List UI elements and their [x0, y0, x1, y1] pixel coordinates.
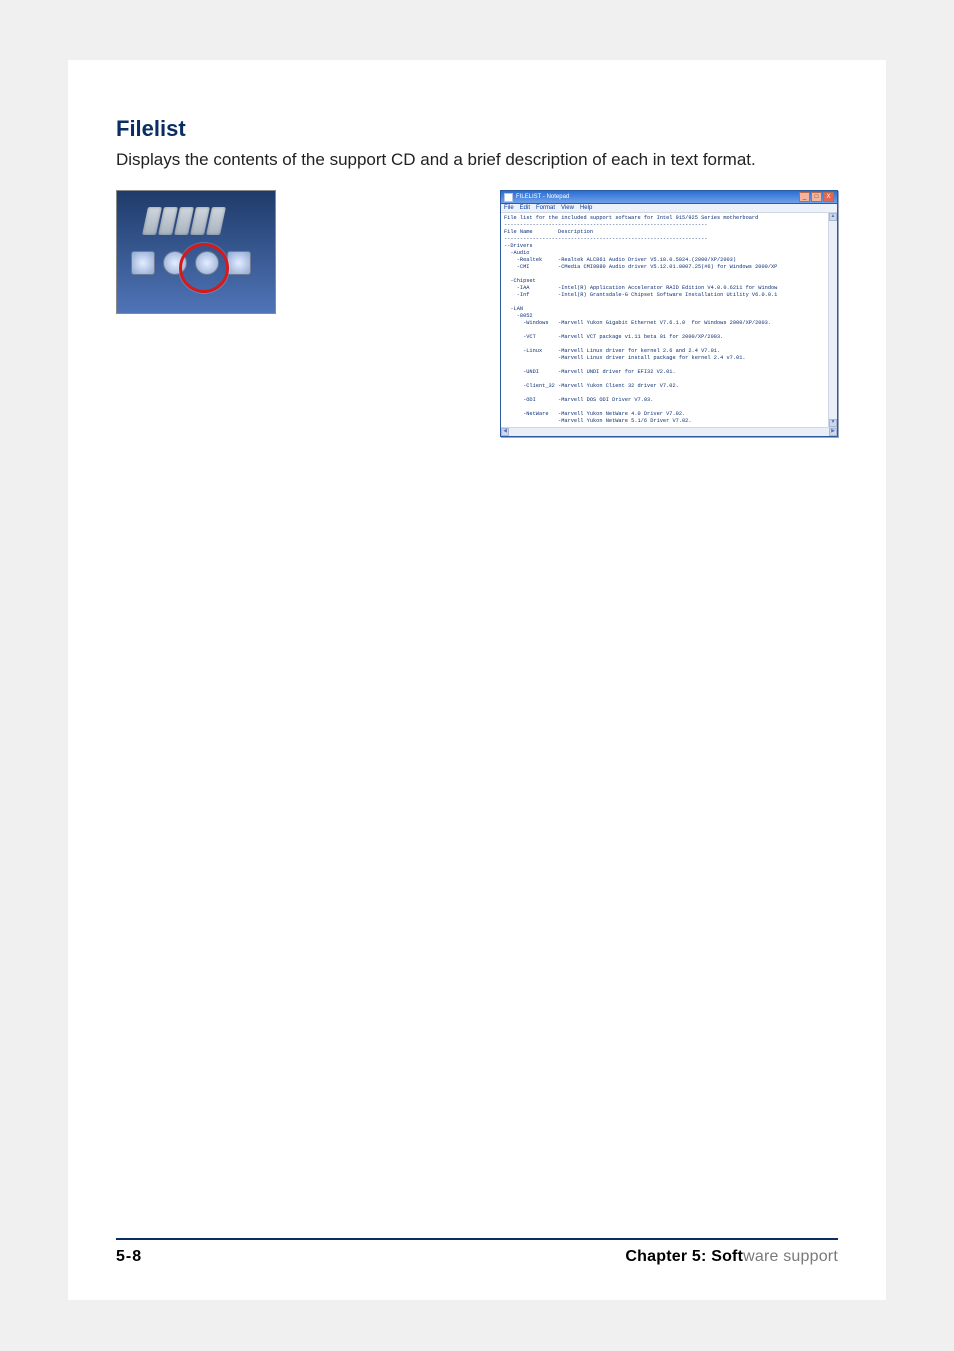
- chapter-title-light: ware support: [743, 1248, 838, 1265]
- asus-logo: [141, 203, 259, 239]
- section-body: Displays the contents of the support CD …: [116, 148, 838, 172]
- notepad-menubar: File Edit Format View Help: [501, 204, 837, 213]
- chapter-title: Chapter 5: Software support: [625, 1248, 838, 1266]
- scroll-left-icon[interactable]: ◀: [501, 428, 509, 436]
- notepad-window: FILELIST - Notepad _ □ X File Edit Forma…: [500, 190, 838, 437]
- notepad-title: FILELIST - Notepad: [516, 194, 569, 200]
- notepad-icon: [504, 193, 513, 202]
- section-title: Filelist: [116, 116, 838, 142]
- close-button[interactable]: X: [823, 192, 834, 202]
- minimize-button[interactable]: _: [799, 192, 810, 202]
- scroll-right-icon[interactable]: ▶: [829, 428, 837, 436]
- notepad-text-body[interactable]: File list for the included support softw…: [501, 213, 837, 427]
- scrollbar-vertical[interactable]: ▲ ▼: [828, 213, 837, 427]
- maximize-button[interactable]: □: [811, 192, 822, 202]
- menu-format[interactable]: Format: [536, 205, 555, 211]
- doc-icon-highlight-ring: [179, 243, 229, 293]
- grid-icon: [131, 251, 155, 275]
- scroll-up-icon[interactable]: ▲: [829, 213, 837, 221]
- support-cd-thumbnail: [116, 190, 276, 314]
- figure-row: FILELIST - Notepad _ □ X File Edit Forma…: [116, 190, 838, 437]
- menu-edit[interactable]: Edit: [520, 205, 530, 211]
- menu-help[interactable]: Help: [580, 205, 592, 211]
- menu-file[interactable]: File: [504, 205, 514, 211]
- scroll-down-icon[interactable]: ▼: [829, 419, 837, 427]
- window-controls: _ □ X: [799, 192, 834, 202]
- scrollbar-horizontal[interactable]: ◀ ▶: [501, 427, 837, 436]
- notepad-titlebar: FILELIST - Notepad _ □ X: [501, 191, 837, 204]
- page-footer: 5-8 Chapter 5: Software support: [116, 1238, 838, 1266]
- page-number: 5-8: [116, 1248, 142, 1266]
- menu-view[interactable]: View: [561, 205, 574, 211]
- chapter-title-strong: Chapter 5: Soft: [625, 1248, 743, 1265]
- doc-icon: [227, 251, 251, 275]
